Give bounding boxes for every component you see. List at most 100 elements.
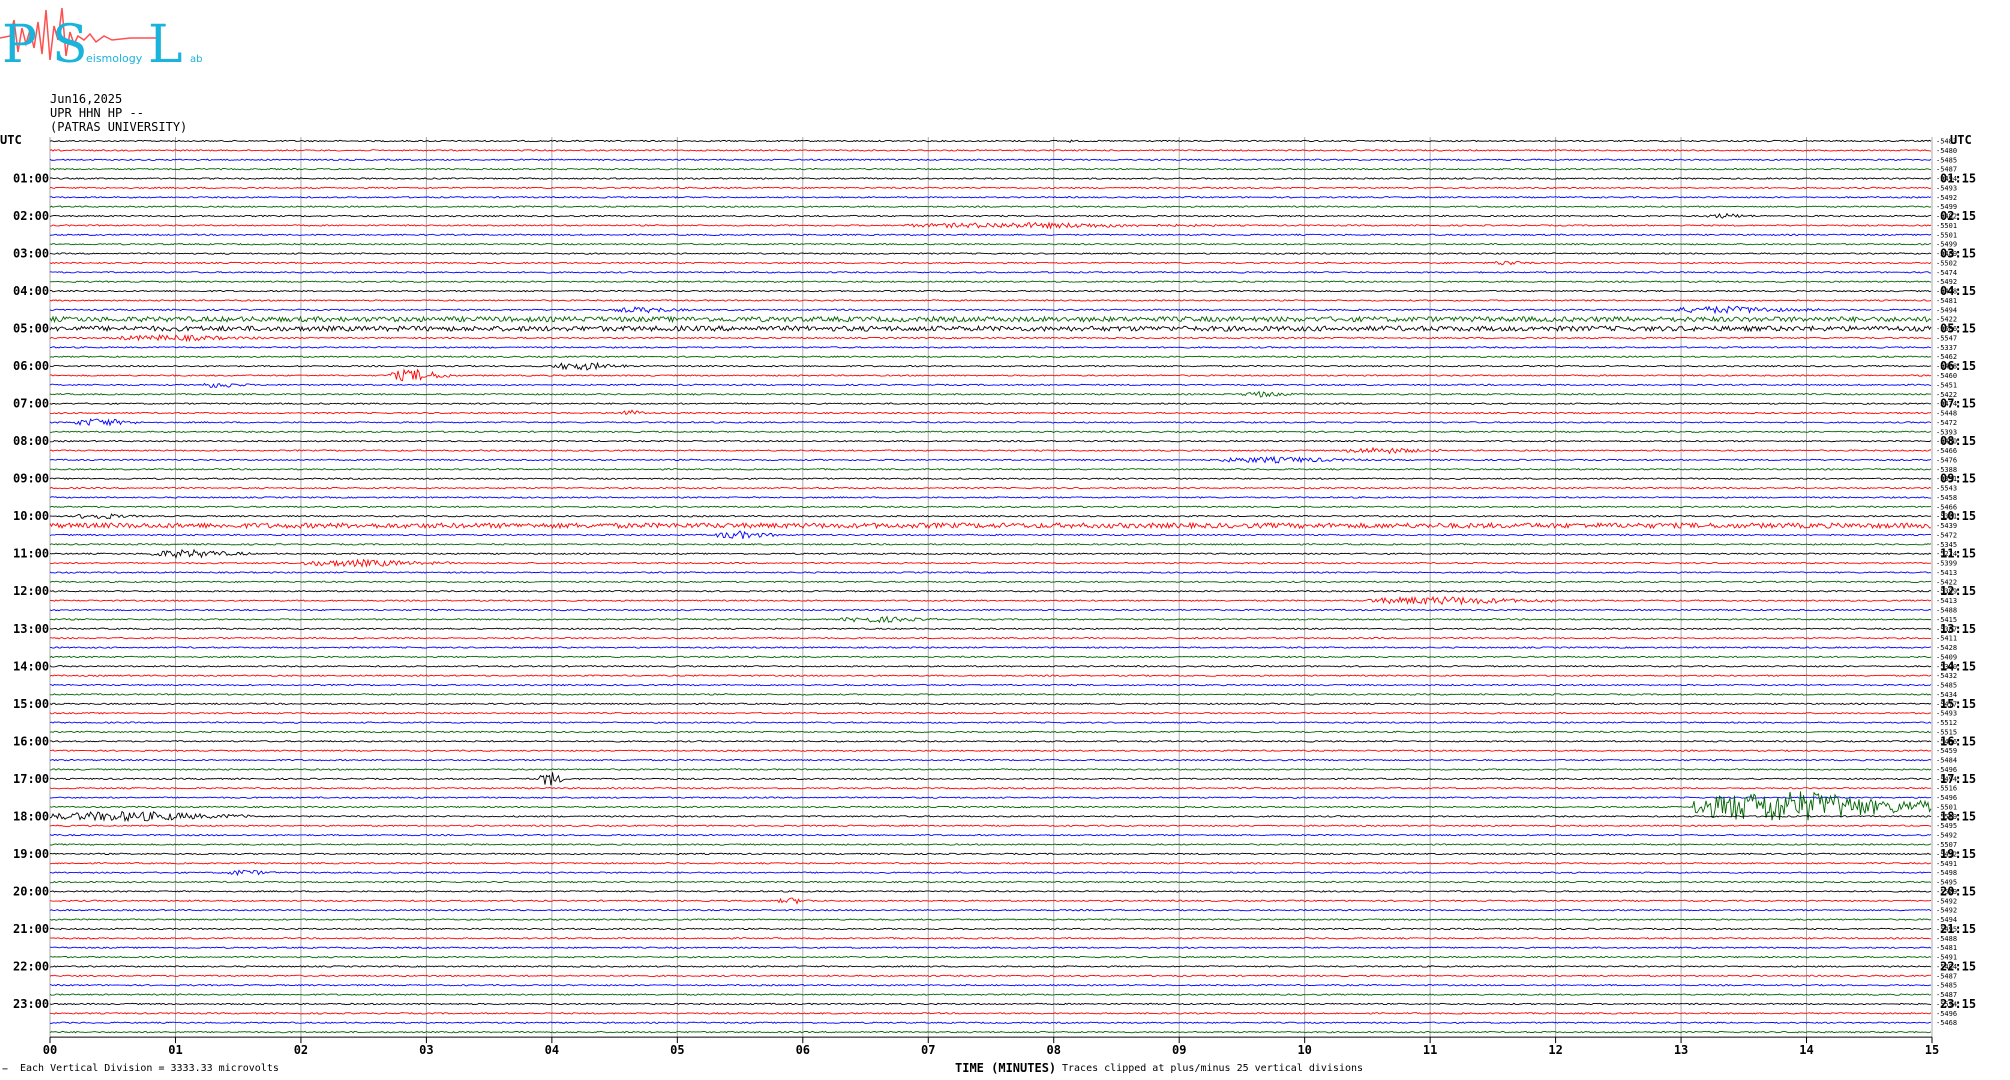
trace-offset-56: -5390 <box>1936 663 1957 671</box>
clip-note: Traces clipped at plus/minus 25 vertical… <box>1062 1063 1364 1074</box>
trace-offset-59: -5434 <box>1936 691 1957 699</box>
trace-row-39 <box>49 505 1932 509</box>
trace-row-23 <box>49 355 1932 359</box>
trace-offset-80: -5529 <box>1936 888 1957 896</box>
y-tick-left-18:00: 18:00 <box>13 809 49 823</box>
helicorder-plot: 00 01 02 03 04 05 06 07 08 09 10 11 12 13 14 15UTC UTC01… <box>0 133 1976 1057</box>
trace-row-74 <box>49 833 1932 837</box>
trace-row-76 <box>49 852 1932 856</box>
trace-offset-91: -5487 <box>1936 991 1957 999</box>
trace-offset-40: -5321 <box>1936 513 1957 521</box>
trace-offset-17: -5481 <box>1936 297 1957 305</box>
y-tick-left-07:00: 07:00 <box>13 397 49 411</box>
trace-row-20 <box>49 324 1932 333</box>
grid-layer <box>49 137 1933 1044</box>
trace-row-70 <box>49 796 1932 799</box>
x-tick-label-10: 10 <box>1297 1043 1311 1057</box>
trace-offset-81: -5492 <box>1936 897 1957 905</box>
trace-row-17 <box>49 299 1932 302</box>
trace-offset-70: -5496 <box>1936 794 1957 802</box>
y-tick-left-08:00: 08:00 <box>13 434 49 448</box>
trace-offset-50: -5488 <box>1936 607 1957 615</box>
y-tick-left-14:00: 14:00 <box>13 659 49 673</box>
trace-row-3 <box>49 167 1932 171</box>
trace-offset-4: -5494 <box>1936 175 1957 183</box>
y-tick-left-04:00: 04:00 <box>13 284 49 298</box>
trace-row-92 <box>49 1002 1932 1006</box>
trace-row-25 <box>49 368 1932 382</box>
trace-row-77 <box>49 861 1932 865</box>
trace-offset-82: -5492 <box>1936 907 1957 915</box>
trace-offset-5: -5493 <box>1936 184 1957 192</box>
x-tick-label-02: 02 <box>294 1043 308 1057</box>
trace-offset-74: -5492 <box>1936 832 1957 840</box>
x-tick-label-00: 00 <box>43 1043 57 1057</box>
x-tick-label-13: 13 <box>1674 1043 1688 1057</box>
trace-row-81 <box>49 897 1932 905</box>
trace-offset-3: -5487 <box>1936 166 1957 174</box>
trace-row-94 <box>49 1021 1932 1025</box>
trace-row-18 <box>49 305 1932 315</box>
trace-offset-55: -5409 <box>1936 653 1957 661</box>
trace-offset-0: -5483 <box>1936 138 1957 146</box>
trace-offset-66: -5484 <box>1936 757 1957 765</box>
trace-row-12 <box>49 252 1932 255</box>
x-tick-label-11: 11 <box>1423 1043 1437 1057</box>
trace-row-48 <box>49 589 1932 593</box>
trace-row-89 <box>49 974 1932 978</box>
trace-offset-89: -5487 <box>1936 972 1957 980</box>
trace-offset-46: -5413 <box>1936 569 1957 577</box>
trace-row-37 <box>49 486 1932 490</box>
x-tick-label-03: 03 <box>419 1043 433 1057</box>
trace-offset-31: -5393 <box>1936 428 1957 436</box>
trace-offset-38: -5458 <box>1936 494 1957 502</box>
trace-offset-86: -5481 <box>1936 944 1957 952</box>
trace-offset-47: -5422 <box>1936 578 1957 586</box>
y-tick-left-12:00: 12:00 <box>13 584 49 598</box>
trace-offset-52: -5387 <box>1936 625 1957 633</box>
trace-offset-21: -5547 <box>1936 334 1957 342</box>
trace-row-10 <box>49 233 1932 237</box>
x-tick-label-09: 09 <box>1172 1043 1186 1057</box>
trace-row-91 <box>49 993 1932 996</box>
trace-row-55 <box>49 655 1932 659</box>
y-tick-left-20:00: 20:00 <box>13 884 49 898</box>
trace-row-21 <box>49 333 1932 343</box>
trace-offset-90: -5485 <box>1936 982 1957 990</box>
trace-row-22 <box>49 346 1932 349</box>
trace-row-84 <box>49 927 1932 931</box>
trace-row-63 <box>49 730 1932 734</box>
x-tick-label-14: 14 <box>1799 1043 1813 1057</box>
trace-offset-11: -5499 <box>1936 241 1957 249</box>
trace-row-26 <box>49 382 1932 388</box>
trace-row-51 <box>49 615 1932 624</box>
trace-row-85 <box>49 937 1932 940</box>
trace-offset-57: -5432 <box>1936 672 1957 680</box>
trace-offset-76: -5492 <box>1936 850 1957 858</box>
trace-row-45 <box>49 558 1932 568</box>
y-tick-left-13:00: 13:00 <box>13 622 49 636</box>
trace-row-13 <box>49 260 1932 266</box>
trace-row-36 <box>49 477 1932 480</box>
trace-row-87 <box>49 955 1932 959</box>
y-tick-left-05:00: 05:00 <box>13 322 49 336</box>
x-tick-label-04: 04 <box>545 1043 559 1057</box>
x-tick-label-08: 08 <box>1047 1043 1061 1057</box>
left-axis-title: UTC <box>0 133 22 147</box>
trace-offset-71: -5501 <box>1936 803 1957 811</box>
trace-row-83 <box>49 918 1932 921</box>
trace-row-72 <box>49 810 1932 823</box>
trace-offset-43: -5345 <box>1936 541 1957 549</box>
trace-offset-51: -5415 <box>1936 616 1957 624</box>
trace-offset-10: -5501 <box>1936 231 1957 239</box>
trace-row-34 <box>49 455 1932 464</box>
trace-row-16 <box>49 289 1932 293</box>
trace-offset-26: -5451 <box>1936 381 1957 389</box>
trace-offset-12: -5489 <box>1936 250 1957 258</box>
x-axis-title: TIME (MINUTES) <box>955 1061 1057 1075</box>
y-tick-left-15:00: 15:00 <box>13 697 49 711</box>
trace-row-9 <box>49 221 1932 230</box>
trace-offset-60: -5477 <box>1936 700 1957 708</box>
trace-offset-8: -5482 <box>1936 213 1957 221</box>
trace-row-53 <box>49 636 1932 640</box>
